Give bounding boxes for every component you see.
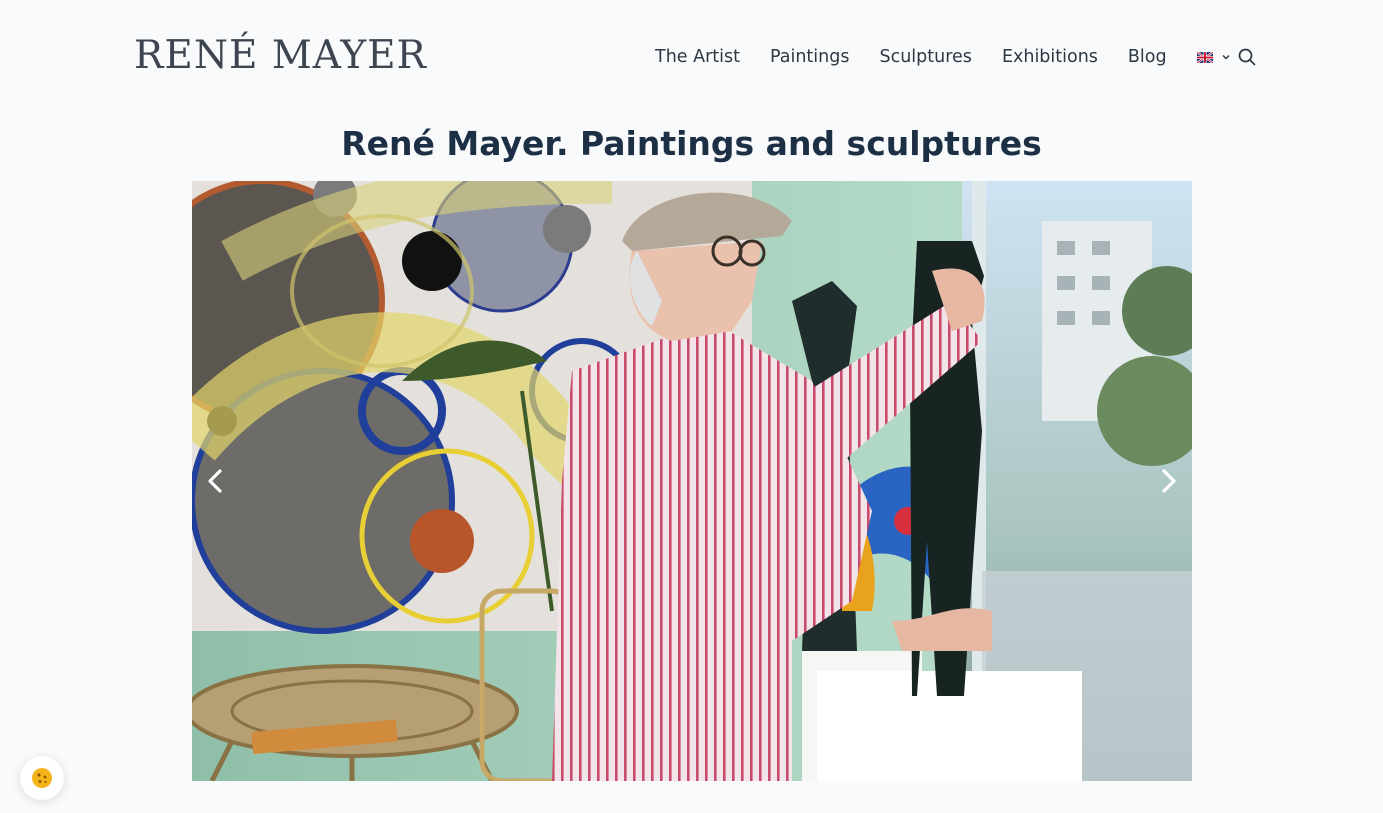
- nav-item-paintings[interactable]: Paintings: [770, 47, 850, 67]
- nav-item-the-artist[interactable]: The Artist: [655, 47, 740, 67]
- uk-flag-icon: [1196, 51, 1213, 63]
- site-logo[interactable]: RENÉ MAYER: [134, 34, 427, 78]
- chevron-right-icon[interactable]: [1154, 467, 1182, 495]
- search-icon[interactable]: [1237, 47, 1257, 67]
- chevron-down-icon: [1222, 55, 1230, 60]
- page-title: René Mayer. Paintings and sculptures: [341, 124, 1042, 163]
- chevron-left-icon[interactable]: [202, 467, 230, 495]
- cookie-settings-button[interactable]: [20, 756, 64, 800]
- language-switcher[interactable]: [1196, 51, 1231, 63]
- hero-slide-image: [192, 181, 1192, 781]
- nav-item-blog[interactable]: Blog: [1128, 47, 1167, 67]
- main-nav: The Artist Paintings Sculptures Exhibiti…: [655, 45, 1231, 69]
- nav-item-exhibitions[interactable]: Exhibitions: [1002, 47, 1098, 67]
- nav-item-sculptures[interactable]: Sculptures: [879, 47, 971, 67]
- hero-slider[interactable]: [192, 181, 1192, 781]
- cookie-icon: [32, 768, 52, 788]
